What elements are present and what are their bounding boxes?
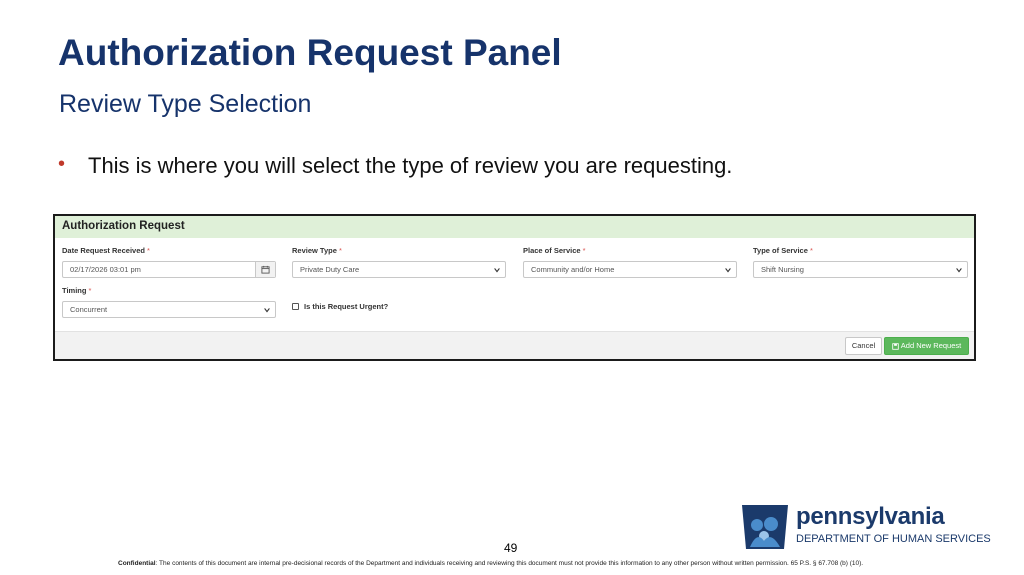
place-of-service-label: Place of Service (523, 246, 581, 255)
timing-select[interactable]: Concurrent (62, 301, 276, 318)
calendar-button[interactable] (255, 262, 275, 277)
place-of-service-select[interactable]: Community and/or Home (523, 261, 737, 278)
place-of-service-field: Place of Service * Community and/or Home (523, 246, 737, 278)
chevron-down-icon (494, 268, 500, 273)
required-marker: * (338, 246, 342, 255)
required-marker: * (88, 286, 92, 295)
required-marker: * (582, 246, 586, 255)
review-type-select[interactable]: Private Duty Care (292, 261, 506, 278)
panel-footer: Cancel Add New Request (55, 331, 974, 359)
timing-field: Timing * Concurrent (62, 286, 276, 318)
urgent-checkbox-row[interactable]: Is this Request Urgent? (292, 302, 388, 311)
timing-label: Timing (62, 286, 87, 295)
date-request-received-value: 02/17/2026 03:01 pm (70, 265, 141, 274)
timing-value: Concurrent (70, 305, 108, 314)
keystone-family-icon (742, 505, 788, 549)
type-of-service-field: Type of Service * Shift Nursing (753, 246, 968, 278)
authorization-request-panel: Authorization Request Date Request Recei… (53, 214, 976, 361)
pennsylvania-dhs-logo: pennsylvania DEPARTMENT OF HUMAN SERVICE… (740, 501, 991, 551)
bullet-dot-icon: • (58, 153, 66, 175)
date-request-received-field: Date Request Received * 02/17/2026 03:01… (62, 246, 276, 278)
page-subtitle: Review Type Selection (59, 90, 312, 118)
chevron-down-icon (264, 308, 270, 313)
type-of-service-value: Shift Nursing (761, 265, 804, 274)
cancel-button[interactable]: Cancel (845, 337, 882, 355)
logo-wordmark: pennsylvania (796, 503, 945, 530)
chevron-down-icon (956, 268, 962, 273)
place-of-service-value: Community and/or Home (531, 265, 615, 274)
bullet-item: • This is where you will select the type… (58, 153, 732, 179)
save-icon (892, 342, 899, 350)
type-of-service-label: Type of Service (753, 246, 808, 255)
date-request-received-input[interactable]: 02/17/2026 03:01 pm (62, 261, 276, 278)
confidential-notice: Confidential: The contents of this docum… (118, 560, 863, 567)
urgent-checkbox-label: Is this Request Urgent? (304, 302, 389, 311)
review-type-label: Review Type (292, 246, 337, 255)
confidential-label: Confidential (118, 560, 156, 567)
type-of-service-select[interactable]: Shift Nursing (753, 261, 968, 278)
add-new-request-label: Add New Request (900, 341, 962, 350)
add-new-request-button[interactable]: Add New Request (884, 337, 969, 355)
page-number: 49 (504, 541, 518, 555)
panel-header: Authorization Request (55, 216, 974, 238)
required-marker: * (147, 246, 150, 255)
urgent-checkbox[interactable] (292, 303, 299, 310)
logo-department: DEPARTMENT OF HUMAN SERVICES (796, 533, 991, 545)
bullet-text: This is where you will select the type o… (88, 153, 733, 178)
required-marker: * (809, 246, 813, 255)
review-type-value: Private Duty Care (300, 265, 360, 274)
calendar-icon (261, 265, 270, 274)
chevron-down-icon (725, 268, 731, 273)
confidential-text: : The contents of this document are inte… (155, 560, 864, 567)
page-title: Authorization Request Panel (58, 32, 562, 73)
date-request-received-label: Date Request Received (62, 246, 145, 255)
review-type-field: Review Type * Private Duty Care (292, 246, 506, 278)
